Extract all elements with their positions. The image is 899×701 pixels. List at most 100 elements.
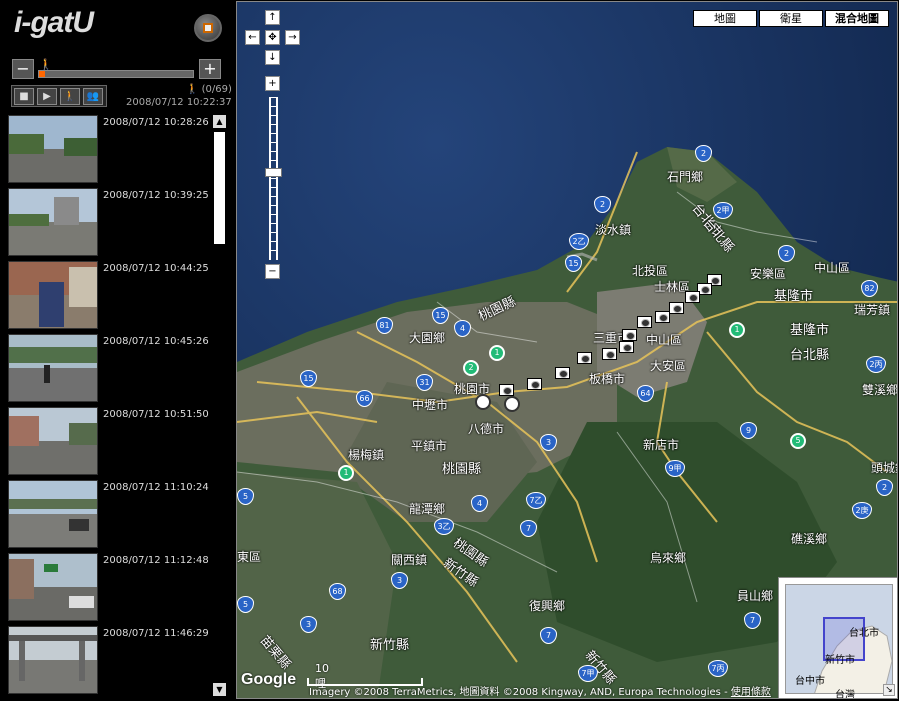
photo-item[interactable]: 2008/07/12 10:28:26 bbox=[8, 115, 213, 188]
copyright-text: Imagery ©2008 TerraMetrics, 地圖資料 ©2008 K… bbox=[309, 687, 731, 698]
photo-marker[interactable] bbox=[555, 367, 570, 379]
place-label: 東區 bbox=[237, 550, 262, 564]
overview-toggle-button[interactable]: ↘ bbox=[883, 684, 895, 696]
map-zoom-slider[interactable] bbox=[269, 97, 278, 260]
place-label: 中山區 bbox=[646, 333, 683, 347]
zoom-tick[interactable] bbox=[269, 196, 278, 197]
zoom-tick[interactable] bbox=[269, 223, 278, 224]
county-road-marker: 1 bbox=[729, 322, 745, 338]
photo-item[interactable]: 2008/07/12 10:51:50 bbox=[8, 407, 213, 480]
photo-timestamp: 2008/07/12 10:28:26 bbox=[103, 117, 209, 128]
county-road-marker: 5 bbox=[790, 433, 806, 449]
zoom-tick[interactable] bbox=[269, 214, 278, 215]
zoom-tick[interactable] bbox=[269, 151, 278, 152]
scroll-down-button[interactable]: ▼ bbox=[213, 683, 226, 696]
map-zoom-handle[interactable] bbox=[265, 168, 282, 178]
photo-marker[interactable] bbox=[619, 341, 634, 353]
group-mode-button[interactable]: 👥 bbox=[83, 88, 103, 105]
photo-timestamp: 2008/07/12 11:10:24 bbox=[103, 482, 209, 493]
pan-right-button[interactable]: → bbox=[285, 30, 300, 45]
map-type-hybrid-button[interactable]: 混合地圖 bbox=[825, 10, 889, 27]
zoom-tick[interactable] bbox=[269, 97, 278, 98]
current-location-pin[interactable] bbox=[504, 396, 520, 412]
pan-down-button[interactable]: ↓ bbox=[265, 50, 280, 65]
photo-thumbnail[interactable] bbox=[8, 626, 98, 694]
photo-item[interactable]: 2008/07/12 11:10:24 bbox=[8, 480, 213, 553]
zoom-tick[interactable] bbox=[269, 187, 278, 188]
zoom-tick[interactable] bbox=[269, 160, 278, 161]
photo-item[interactable]: 2008/07/12 10:44:25 bbox=[8, 261, 213, 334]
photo-thumbnail[interactable] bbox=[8, 407, 98, 475]
map-zoom-in-button[interactable]: + bbox=[265, 76, 280, 91]
zoom-tick[interactable] bbox=[269, 142, 278, 143]
photo-marker[interactable] bbox=[527, 378, 542, 390]
map-zoom-out-button[interactable]: − bbox=[265, 264, 280, 279]
place-label: 平鎮市 bbox=[411, 439, 448, 453]
zoom-tick[interactable] bbox=[269, 133, 278, 134]
photo-thumbnail[interactable] bbox=[8, 334, 98, 402]
terms-link[interactable]: 使用條款 bbox=[731, 687, 771, 698]
photo-timestamp: 2008/07/12 10:45:26 bbox=[103, 336, 209, 347]
timeline-zoom-in-button[interactable]: + bbox=[199, 59, 221, 79]
timeline-progress[interactable] bbox=[39, 71, 46, 77]
walk-icon: 🚶 bbox=[63, 91, 77, 102]
place-label: 八德市 bbox=[468, 422, 505, 436]
pan-center-button[interactable]: ✥ bbox=[265, 30, 280, 45]
map-type-satellite-button[interactable]: 衛星 bbox=[759, 10, 823, 27]
photo-marker[interactable] bbox=[577, 352, 592, 364]
zoom-tick[interactable] bbox=[269, 178, 278, 179]
zoom-tick[interactable] bbox=[269, 250, 278, 251]
photo-thumbnail[interactable] bbox=[8, 480, 98, 548]
place-label: 北投區 bbox=[632, 264, 669, 278]
photo-item[interactable]: 2008/07/12 11:46:29 bbox=[8, 626, 213, 699]
photo-marker[interactable] bbox=[685, 291, 700, 303]
place-label: 龍潭鄉 bbox=[409, 502, 446, 516]
zoom-tick[interactable] bbox=[269, 124, 278, 125]
overview-label: 新竹市 bbox=[825, 655, 855, 666]
place-label: 新店市 bbox=[643, 438, 680, 452]
photo-thumbnail[interactable] bbox=[8, 261, 98, 329]
overview-map[interactable]: 台北市 新竹市 台中市 台灣 ↘ bbox=[778, 577, 897, 698]
photo-marker[interactable] bbox=[637, 316, 652, 328]
zoom-tick[interactable] bbox=[269, 232, 278, 233]
photo-marker[interactable] bbox=[622, 329, 637, 341]
photo-thumbnail[interactable] bbox=[8, 188, 98, 256]
map-view[interactable]: 石門鄉 淡水鎮 台北市 台北縣 北投區 士林區 安樂區 中山區 基隆市 瑞芳鎮 … bbox=[236, 1, 898, 699]
photo-list-scrollbar[interactable]: ▲ ▼ bbox=[212, 115, 227, 696]
pan-up-button[interactable]: ↑ bbox=[265, 10, 280, 25]
walk-mode-button[interactable]: 🚶 bbox=[60, 88, 80, 105]
overview-label: 台灣 bbox=[835, 690, 855, 699]
photo-thumbnail[interactable] bbox=[8, 553, 98, 621]
scroll-up-button[interactable]: ▲ bbox=[213, 115, 226, 128]
photo-timestamp: 2008/07/12 11:46:29 bbox=[103, 628, 209, 639]
place-label: 基隆市 bbox=[774, 289, 814, 304]
place-label: 瑞芳鎮 bbox=[854, 303, 891, 317]
place-label: 復興鄉 bbox=[529, 599, 566, 613]
play-button[interactable]: ▶ bbox=[37, 88, 57, 105]
arrow-up-icon: ▲ bbox=[216, 117, 223, 126]
photo-thumbnail[interactable] bbox=[8, 115, 98, 183]
pan-left-button[interactable]: ← bbox=[245, 30, 260, 45]
zoom-tick[interactable] bbox=[269, 115, 278, 116]
menu-button[interactable] bbox=[194, 14, 222, 42]
photo-marker[interactable] bbox=[499, 384, 514, 396]
timeline-slider[interactable] bbox=[38, 70, 194, 78]
photo-item[interactable]: 2008/07/12 11:12:48 bbox=[8, 553, 213, 626]
photo-item[interactable]: 2008/07/12 10:39:25 bbox=[8, 188, 213, 261]
zoom-tick[interactable] bbox=[269, 205, 278, 206]
place-label: 新竹縣 bbox=[370, 638, 410, 653]
photo-marker[interactable] bbox=[669, 302, 684, 314]
zoom-tick[interactable] bbox=[269, 241, 278, 242]
photo-timestamp: 2008/07/12 10:51:50 bbox=[103, 409, 209, 420]
photo-marker[interactable] bbox=[602, 348, 617, 360]
map-type-map-button[interactable]: 地圖 bbox=[693, 10, 757, 27]
photo-marker[interactable] bbox=[655, 311, 670, 323]
photo-item[interactable]: 2008/07/12 10:45:26 bbox=[8, 334, 213, 407]
start-location-pin[interactable] bbox=[475, 394, 491, 410]
group-icon: 👥 bbox=[86, 91, 100, 102]
place-label: 烏來鄉 bbox=[650, 551, 687, 565]
scroll-thumb[interactable] bbox=[214, 132, 225, 244]
zoom-tick[interactable] bbox=[269, 106, 278, 107]
stop-button[interactable]: ■ bbox=[14, 88, 34, 105]
timeline-zoom-out-button[interactable]: − bbox=[12, 59, 34, 79]
